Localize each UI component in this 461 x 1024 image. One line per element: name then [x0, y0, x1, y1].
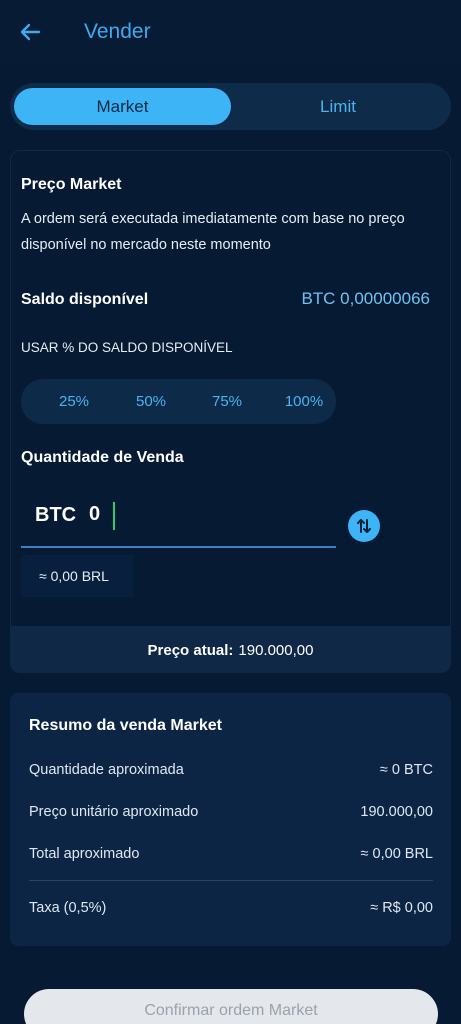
tab-limit[interactable]: Limit	[231, 88, 445, 125]
summary-row-value: ≈ 0 BTC	[379, 762, 433, 778]
text-cursor	[113, 502, 115, 530]
percentage-selector: 25% 50% 75% 100%	[21, 379, 336, 424]
summary-row-label: Quantidade aproximada	[29, 762, 184, 778]
balance-value: BTC 0,00000066	[301, 289, 430, 308]
sell-amount-field[interactable]: BTC 0	[21, 491, 336, 548]
summary-row: Preço unitário aproximado 190.000,00	[29, 804, 433, 826]
tab-market[interactable]: Market	[14, 88, 231, 125]
summary-title: Resumo da venda Market	[29, 717, 222, 734]
confirm-order-button[interactable]: Confirmar ordem Market	[24, 989, 438, 1024]
sale-summary-card: Resumo da venda Market Quantidade aproxi…	[10, 693, 451, 946]
market-info-description-line1: A ordem será executada imediatamente com…	[21, 211, 405, 227]
summary-row-value: ≈ 0,00 BRL	[360, 846, 433, 862]
header: Vender	[0, 0, 461, 66]
summary-fee-row: Taxa (0,5%) ≈ R$ 0,00	[29, 900, 433, 922]
order-type-tabs: Market Limit	[10, 83, 451, 130]
summary-row: Quantidade aproximada ≈ 0 BTC	[29, 762, 433, 784]
arrow-left-icon	[20, 23, 41, 41]
market-info-title: Preço Market	[21, 176, 122, 193]
current-price-label: Preço atual:	[147, 641, 234, 659]
order-card-body: Preço Market A ordem será executada imed…	[10, 150, 451, 627]
current-price-value: 190.000,00	[238, 641, 314, 659]
percent-75-button[interactable]: 75%	[192, 379, 262, 424]
sell-amount-currency: BTC	[35, 504, 77, 526]
current-price: Preço atual: 190.000,00	[10, 627, 451, 673]
fee-label: Taxa (0,5%)	[29, 900, 107, 916]
summary-row-label: Preço unitário aproximado	[29, 804, 199, 820]
percent-100-button[interactable]: 100%	[269, 379, 339, 424]
page-title: Vender	[84, 20, 151, 43]
usage-label: USAR % DO SALDO DISPONÍVEL	[21, 340, 233, 355]
sell-amount-approx: ≈ 0,00 BRL	[21, 555, 133, 597]
back-button[interactable]	[14, 16, 46, 48]
summary-divider	[29, 880, 433, 881]
fee-value: ≈ R$ 0,00	[370, 900, 433, 916]
summary-row: Total aproximado ≈ 0,00 BRL	[29, 846, 433, 868]
balance-label: Saldo disponível	[21, 291, 149, 308]
summary-row-value: 190.000,00	[360, 804, 433, 820]
market-info-description-line2: disponível no mercado neste momento	[21, 237, 271, 253]
percent-25-button[interactable]: 25%	[39, 379, 109, 424]
sell-amount-label: Quantidade de Venda	[21, 449, 184, 466]
swap-vertical-icon	[357, 519, 371, 533]
order-card: Preço Market A ordem será executada imed…	[10, 150, 451, 673]
percent-50-button[interactable]: 50%	[116, 379, 186, 424]
sell-amount-input[interactable]: 0	[89, 503, 289, 526]
summary-row-label: Total aproximado	[29, 846, 140, 862]
swap-currency-button[interactable]	[348, 510, 380, 542]
